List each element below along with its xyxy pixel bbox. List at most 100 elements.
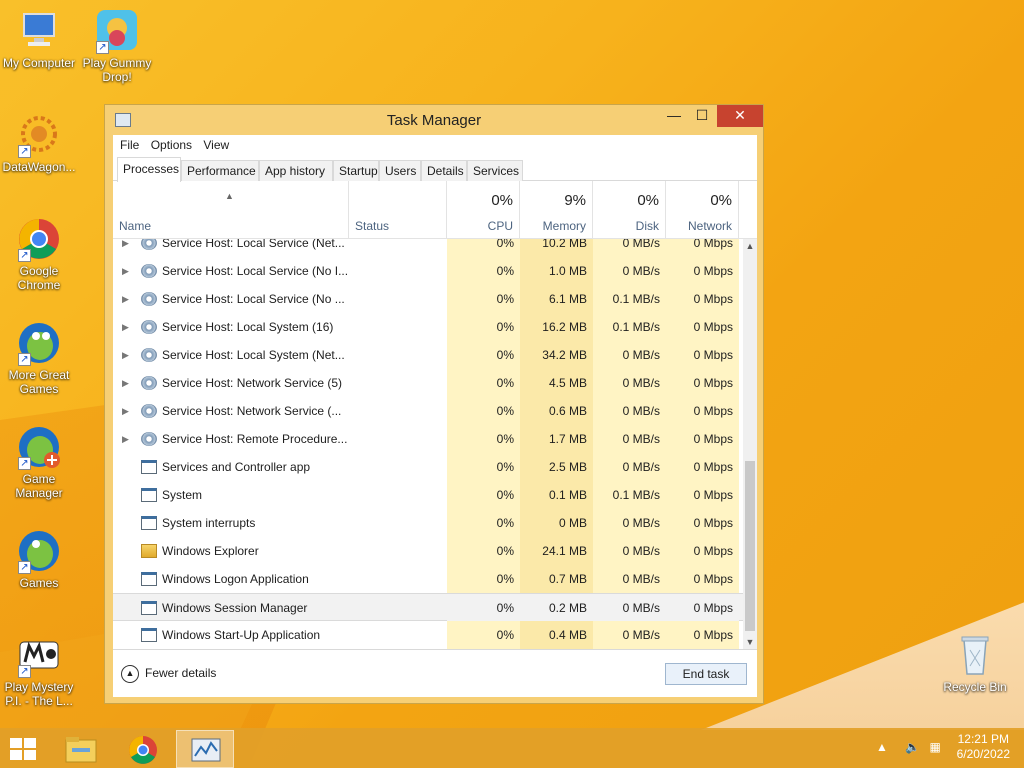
table-row[interactable]: ▶ Service Host: Local Service (No I... 0% 1… bbox=[113, 257, 743, 285]
table-row[interactable]: Windows Logon Application 0% 0.7 MB 0 MB/s 0… bbox=[113, 565, 743, 593]
column-memory[interactable]: 9% Memory bbox=[520, 181, 593, 239]
tab-services[interactable]: Services bbox=[467, 160, 523, 181]
network-cell: 0 Mbps bbox=[666, 509, 739, 537]
fewer-details-label: Fewer details bbox=[145, 666, 217, 681]
footer: ▲ Fewer details End task bbox=[113, 649, 757, 697]
desktop-icon-recycle-bin[interactable]: Recycle Bin bbox=[935, 632, 1015, 694]
desktop-icon-my-computer[interactable]: My Computer bbox=[0, 8, 79, 70]
title-bar[interactable]: Task Manager — ☐ ✕ bbox=[105, 105, 763, 135]
column-cpu[interactable]: 0% CPU bbox=[447, 181, 520, 239]
disk-cell: 0 MB/s bbox=[593, 565, 666, 593]
desktop-icon-games[interactable]: ↗ Games bbox=[0, 528, 79, 590]
process-name-cell: ▶ Service Host: Network Service (... bbox=[113, 397, 447, 425]
cpu-cell: 0% bbox=[447, 257, 520, 285]
desktop-icon-label: Play Gummy Drop! bbox=[82, 56, 152, 84]
tab-startup[interactable]: Startup bbox=[333, 160, 379, 181]
process-name: Service Host: Local Service (Net... bbox=[162, 239, 345, 250]
network-cell: 0 Mbps bbox=[666, 537, 739, 565]
app-window-icon bbox=[141, 572, 157, 586]
disk-cell: 0 MB/s bbox=[593, 509, 666, 537]
desktop-icon-more-great-games[interactable]: ↗ More Great Games bbox=[0, 320, 79, 396]
memory-cell: 2.5 MB bbox=[520, 453, 593, 481]
desktop-icon-datawagon[interactable]: ↗ DataWagon... bbox=[0, 112, 79, 174]
vertical-scrollbar[interactable]: ▲ ▼ bbox=[743, 239, 757, 649]
shortcut-arrow-icon: ↗ bbox=[96, 41, 109, 54]
column-network[interactable]: 0% Network bbox=[666, 181, 739, 239]
table-row[interactable]: ▶ Service Host: Network Service (... 0% 0.6… bbox=[113, 397, 743, 425]
tab-performance[interactable]: Performance bbox=[181, 160, 259, 181]
process-name-cell: Services and Controller app bbox=[113, 453, 447, 481]
expand-chevron-icon[interactable]: ▶ bbox=[122, 285, 129, 313]
cpu-cell: 0% bbox=[447, 239, 520, 257]
tab-users[interactable]: Users bbox=[379, 160, 421, 181]
expand-chevron-icon[interactable]: ▶ bbox=[122, 369, 129, 397]
menu-file[interactable]: File bbox=[113, 135, 139, 152]
volume-muted-icon[interactable]: 🔈 bbox=[905, 740, 920, 754]
desktop-icon-label: More Great Games bbox=[8, 368, 70, 396]
maximize-button[interactable]: ☐ bbox=[689, 105, 715, 127]
memory-cell: 0.2 MB bbox=[520, 594, 593, 622]
table-row[interactable]: ▶ Service Host: Remote Procedure... 0% 1.7 … bbox=[113, 425, 743, 453]
process-name: Windows Explorer bbox=[162, 544, 259, 558]
tab-app-history[interactable]: App history bbox=[259, 160, 333, 181]
cpu-total: 0% bbox=[491, 192, 513, 209]
end-task-button[interactable]: End task bbox=[665, 663, 747, 685]
menu-bar: File Options View bbox=[113, 135, 757, 157]
table-row[interactable]: ▶ Service Host: Local Service (No ... 0% 6.… bbox=[113, 285, 743, 313]
tab-processes[interactable]: Processes bbox=[117, 157, 181, 182]
clock[interactable]: 12:21 PM 6/20/2022 bbox=[957, 732, 1010, 762]
table-row[interactable]: System 0% 0.1 MB 0.1 MB/s 0 Mbps bbox=[113, 481, 743, 509]
task-manager-window: Task Manager — ☐ ✕ File Options View Pro… bbox=[104, 104, 764, 704]
process-name: Service Host: Local Service (No ... bbox=[162, 292, 345, 306]
expand-chevron-icon[interactable]: ▶ bbox=[122, 239, 129, 257]
expand-chevron-icon[interactable]: ▶ bbox=[122, 257, 129, 285]
process-name-cell: System interrupts bbox=[113, 509, 447, 537]
table-row[interactable]: ▶ Service Host: Network Service (5) 0% 4.5 … bbox=[113, 369, 743, 397]
sort-ascending-icon: ▲ bbox=[225, 191, 234, 201]
scroll-down-icon[interactable]: ▼ bbox=[743, 635, 757, 649]
table-row[interactable]: Windows Start-Up Application 0% 0.4 MB 0 MB… bbox=[113, 621, 743, 649]
column-disk[interactable]: 0% Disk bbox=[593, 181, 666, 239]
desktop-icon-google-chrome[interactable]: ↗ Google Chrome bbox=[0, 216, 79, 292]
table-row[interactable]: Services and Controller app 0% 2.5 MB 0 MB/… bbox=[113, 453, 743, 481]
network-cell: 0 Mbps bbox=[666, 369, 739, 397]
desktop-icon-game-manager[interactable]: ↗ Game Manager bbox=[0, 424, 79, 500]
cpu-cell: 0% bbox=[447, 369, 520, 397]
taskbar-chrome[interactable] bbox=[114, 730, 172, 768]
show-hidden-icons-icon[interactable]: ▲ bbox=[876, 740, 888, 754]
desktop-icon-gummy-drop[interactable]: ↗ Play Gummy Drop! bbox=[77, 8, 157, 84]
tab-details[interactable]: Details bbox=[421, 160, 467, 181]
fewer-details-button[interactable]: ▲ Fewer details bbox=[121, 665, 216, 683]
table-row[interactable]: ▶ Service Host: Local System (Net... 0% 34.… bbox=[113, 341, 743, 369]
network-icon[interactable]: ▦ bbox=[930, 740, 941, 754]
taskbar-task-manager[interactable] bbox=[176, 730, 234, 768]
menu-options[interactable]: Options bbox=[144, 135, 192, 152]
expand-chevron-icon[interactable]: ▶ bbox=[122, 397, 129, 425]
expand-chevron-icon[interactable]: ▶ bbox=[122, 313, 129, 341]
table-row[interactable]: ▶ Service Host: Local Service (Net... 0% 10… bbox=[113, 239, 743, 257]
column-status[interactable]: Status bbox=[349, 181, 447, 239]
close-button[interactable]: ✕ bbox=[717, 105, 763, 127]
table-row[interactable]: Windows Session Manager 0% 0.2 MB 0 MB/s 0 M… bbox=[113, 593, 743, 622]
menu-view[interactable]: View bbox=[196, 135, 229, 152]
table-row[interactable]: ▶ Service Host: Local System (16) 0% 16.2 M… bbox=[113, 313, 743, 341]
expand-chevron-icon[interactable]: ▶ bbox=[122, 341, 129, 369]
network-cell: 0 Mbps bbox=[666, 594, 739, 622]
memory-cell: 1.7 MB bbox=[520, 425, 593, 453]
minimize-button[interactable]: — bbox=[661, 105, 687, 127]
taskbar-file-explorer[interactable] bbox=[52, 730, 110, 768]
table-row[interactable]: System interrupts 0% 0 MB 0 MB/s 0 Mbps bbox=[113, 509, 743, 537]
desktop-icon-mystery-pi[interactable]: ↗ Play Mystery P.I. - The L... bbox=[0, 632, 79, 708]
scroll-up-icon[interactable]: ▲ bbox=[743, 239, 757, 253]
memory-cell: 16.2 MB bbox=[520, 313, 593, 341]
disk-cell: 0 MB/s bbox=[593, 341, 666, 369]
scroll-thumb[interactable] bbox=[745, 461, 755, 631]
table-row[interactable]: Windows Explorer 0% 24.1 MB 0 MB/s 0 Mbps bbox=[113, 537, 743, 565]
disk-cell: 0 MB/s bbox=[593, 239, 666, 257]
network-cell: 0 Mbps bbox=[666, 481, 739, 509]
start-button[interactable] bbox=[10, 738, 38, 760]
process-name: Windows Logon Application bbox=[162, 572, 309, 586]
clock-time: 12:21 PM bbox=[957, 732, 1009, 746]
column-name[interactable]: ▲ Name bbox=[113, 181, 349, 239]
expand-chevron-icon[interactable]: ▶ bbox=[122, 425, 129, 453]
